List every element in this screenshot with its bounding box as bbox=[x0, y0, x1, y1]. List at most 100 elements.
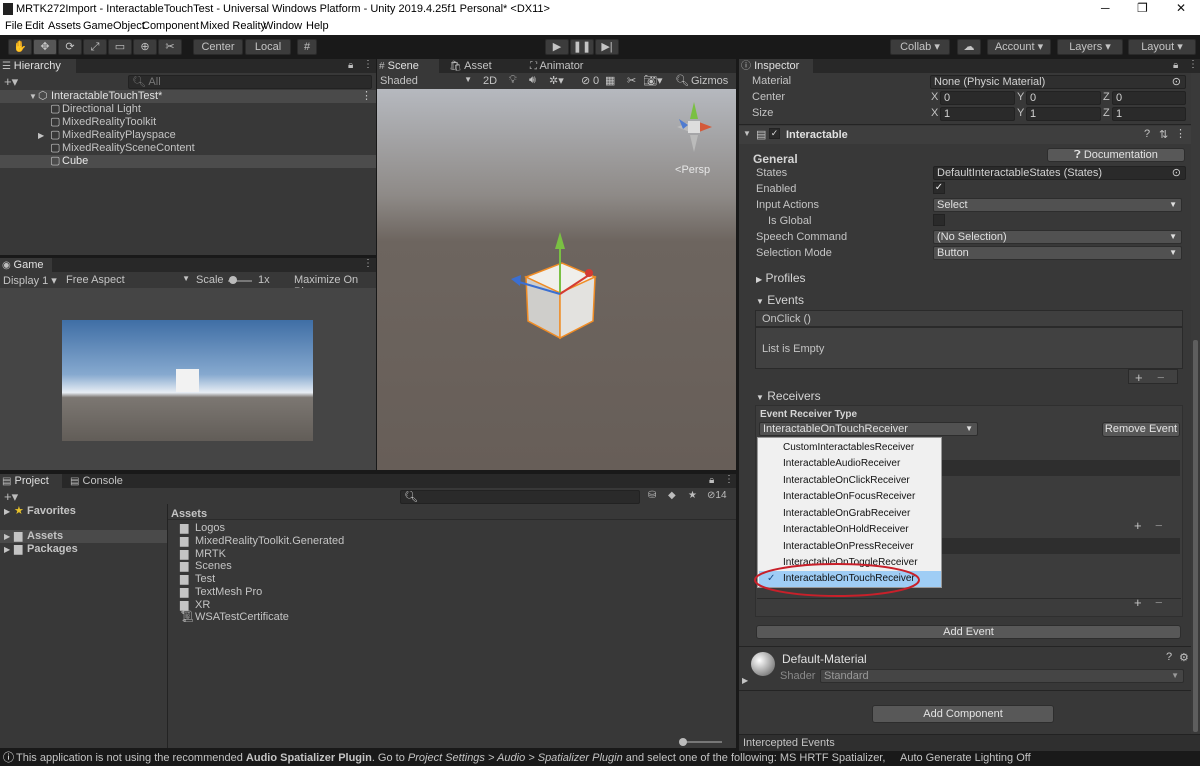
menu-dots-icon[interactable]: ⋮ bbox=[1188, 59, 1198, 70]
hierarchy-item[interactable]: ▶ ▢ MixedRealityPlayspace bbox=[0, 129, 376, 142]
scene-search-icon[interactable]: 🔍︎ bbox=[675, 74, 689, 87]
add-icon[interactable]: +▾ bbox=[4, 74, 18, 90]
tools-icon[interactable]: ✂ bbox=[627, 74, 636, 87]
persp-label[interactable]: <Persp bbox=[675, 164, 710, 176]
layers-button[interactable]: Layers ▾ bbox=[1057, 39, 1123, 55]
selection-mode-dropdown[interactable]: Button ▼ bbox=[933, 246, 1182, 260]
menu-dots-icon[interactable]: ⋮ bbox=[361, 90, 372, 103]
tab-scene[interactable]: # Scene bbox=[377, 59, 439, 73]
hierarchy-item[interactable]: ▢ Directional Light bbox=[0, 103, 376, 116]
menu-window[interactable]: Window bbox=[263, 20, 302, 32]
center-x-field[interactable]: 0 bbox=[940, 91, 1015, 105]
receivers-foldout[interactable]: ▼ Receivers bbox=[756, 389, 821, 403]
asset-item[interactable]: 📜︎ WSATestCertificate bbox=[180, 611, 380, 624]
add-component-button[interactable]: Add Component bbox=[872, 705, 1054, 723]
events-foldout[interactable]: ▼ Events bbox=[756, 293, 804, 307]
transform-tool-icon[interactable]: ⊕ bbox=[133, 39, 157, 55]
tab-game[interactable]: ◉ Game bbox=[0, 258, 52, 272]
lock-icon[interactable]: 🔒︎ bbox=[709, 475, 714, 486]
menu-dots-icon[interactable]: ⋮ bbox=[1175, 127, 1186, 140]
hierarchy-search-input[interactable]: 🔍︎ All bbox=[128, 75, 372, 89]
help-icon[interactable]: ? bbox=[1166, 651, 1172, 663]
effects-icon[interactable]: ✲▾ bbox=[549, 74, 564, 87]
asset-item[interactable]: ▆ Scenes bbox=[180, 560, 380, 573]
rect-tool-icon[interactable]: ▭ bbox=[108, 39, 132, 55]
menu-dots-icon[interactable]: ⋮ bbox=[363, 258, 373, 269]
receiver-option[interactable]: CustomInteractablesReceiver bbox=[759, 440, 941, 456]
display-select[interactable]: Display 1 ▾ bbox=[3, 274, 57, 287]
hierarchy-item[interactable]: ▢ MixedRealitySceneContent bbox=[0, 142, 376, 155]
menu-dots-icon[interactable]: ⋮ bbox=[724, 474, 734, 485]
menu-mixed-reality[interactable]: Mixed Reality bbox=[200, 20, 266, 32]
size-y-field[interactable]: 1 bbox=[1026, 107, 1101, 121]
add-icon[interactable]: +▾ bbox=[4, 489, 18, 505]
tab-asset-store[interactable]: 🛍︎ Asset Store bbox=[447, 59, 517, 87]
remove-event-button[interactable]: Remove Event bbox=[1102, 422, 1180, 437]
receiver-option[interactable]: InteractableOnGrabReceiver bbox=[759, 506, 941, 522]
status-message[interactable]: This application is not using the recomm… bbox=[16, 751, 888, 766]
menu-dots-icon[interactable]: ⋮ bbox=[363, 59, 373, 70]
lighting-icon[interactable]: 💡︎ bbox=[509, 74, 517, 87]
aspect-select[interactable]: Free Aspect ▼ bbox=[66, 274, 190, 286]
hand-tool-icon[interactable]: ✋ bbox=[8, 39, 32, 55]
tab-console[interactable]: ▤ Console bbox=[68, 474, 134, 488]
add-item-icon[interactable]: + bbox=[1135, 370, 1143, 385]
component-enabled-checkbox[interactable]: ✓ bbox=[769, 128, 780, 139]
center-z-field[interactable]: 0 bbox=[1112, 91, 1186, 105]
hierarchy-item[interactable]: ▢ MixedRealityToolkit bbox=[0, 116, 376, 129]
grid-icon[interactable]: ▦ bbox=[605, 74, 615, 87]
menu-file[interactable]: File bbox=[5, 20, 23, 32]
pivot-local-button[interactable]: Local bbox=[245, 39, 291, 55]
orientation-gizmo[interactable] bbox=[677, 102, 712, 152]
asset-item[interactable]: ▆ MixedRealityToolkit.Generated bbox=[180, 535, 380, 548]
documentation-button[interactable]: ❓︎ Documentation bbox=[1047, 148, 1185, 162]
audio-icon[interactable]: 🔊︎ bbox=[529, 74, 536, 87]
add-event-button[interactable]: Add Event bbox=[756, 625, 1181, 639]
rotate-tool-icon[interactable]: ⟳ bbox=[58, 39, 82, 55]
shader-dropdown[interactable]: Standard ▼ bbox=[820, 669, 1184, 683]
sidebar-item-favorites[interactable]: ▶ ★ Favorites bbox=[0, 505, 167, 518]
asset-item[interactable]: ▆ Test bbox=[180, 573, 380, 586]
move-tool-icon[interactable]: ✥ bbox=[33, 39, 57, 55]
lock-icon[interactable]: 🔒︎ bbox=[1173, 60, 1178, 71]
receiver-option[interactable]: InteractableOnPressReceiver bbox=[759, 539, 941, 555]
menu-assets[interactable]: Assets bbox=[48, 20, 81, 32]
cube-gizmo[interactable] bbox=[511, 232, 597, 340]
tab-inspector[interactable]: ⓘ Inspector bbox=[739, 59, 813, 73]
asset-item[interactable]: ▆ TextMesh Pro bbox=[180, 586, 380, 599]
menu-component[interactable]: Component bbox=[142, 20, 199, 32]
step-button[interactable]: ▶| bbox=[595, 39, 619, 55]
tab-project[interactable]: ▤ Project bbox=[0, 474, 62, 488]
foldout-arrow-icon[interactable]: ▶ bbox=[742, 676, 748, 685]
speech-command-dropdown[interactable]: (No Selection) ▼ bbox=[933, 230, 1182, 244]
expand-arrow-icon[interactable]: ▶ bbox=[38, 129, 44, 142]
size-x-field[interactable]: 1 bbox=[940, 107, 1015, 121]
settings-gear-icon[interactable]: ⚙ bbox=[1179, 651, 1189, 664]
physic-material-field[interactable]: None (Physic Material) ⊙ bbox=[930, 75, 1186, 89]
account-button[interactable]: Account ▾ bbox=[987, 39, 1051, 55]
pause-button[interactable]: ❚❚ bbox=[570, 39, 594, 55]
layout-button[interactable]: Layout ▾ bbox=[1128, 39, 1196, 55]
pivot-center-button[interactable]: Center bbox=[193, 39, 243, 55]
center-y-field[interactable]: 0 bbox=[1026, 91, 1101, 105]
hidden-packages-icon[interactable]: ⊘14 bbox=[707, 490, 727, 501]
filter-type-icon[interactable]: ⛁ bbox=[648, 490, 656, 501]
enabled-checkbox[interactable]: ✓ bbox=[933, 182, 945, 194]
camera-icon[interactable]: 📷︎▾ bbox=[643, 74, 663, 87]
scale-slider-thumb[interactable] bbox=[229, 276, 237, 284]
label-icon[interactable]: ◆ bbox=[668, 490, 676, 501]
receiver-option[interactable]: InteractableOnFocusReceiver bbox=[759, 489, 941, 505]
foldout-arrow-icon[interactable]: ▼ bbox=[743, 129, 751, 138]
close-icon[interactable]: ✕ bbox=[1176, 1, 1186, 15]
expand-arrow-icon[interactable]: ▼ bbox=[29, 90, 37, 103]
menu-help[interactable]: Help bbox=[306, 20, 329, 32]
remove-item-icon[interactable]: − bbox=[1157, 370, 1165, 385]
add-item-icon[interactable]: + bbox=[1134, 595, 1142, 610]
favorite-icon[interactable]: ★ bbox=[688, 490, 697, 501]
is-global-checkbox[interactable] bbox=[933, 214, 945, 226]
add-item-icon[interactable]: + bbox=[1134, 518, 1142, 533]
2d-toggle[interactable]: 2D bbox=[483, 75, 497, 87]
receiver-option[interactable]: InteractableOnClickReceiver bbox=[759, 473, 941, 489]
receiver-option[interactable]: InteractableOnHoldReceiver bbox=[759, 522, 941, 538]
shading-mode-select[interactable]: Shaded ▼ bbox=[380, 75, 472, 87]
